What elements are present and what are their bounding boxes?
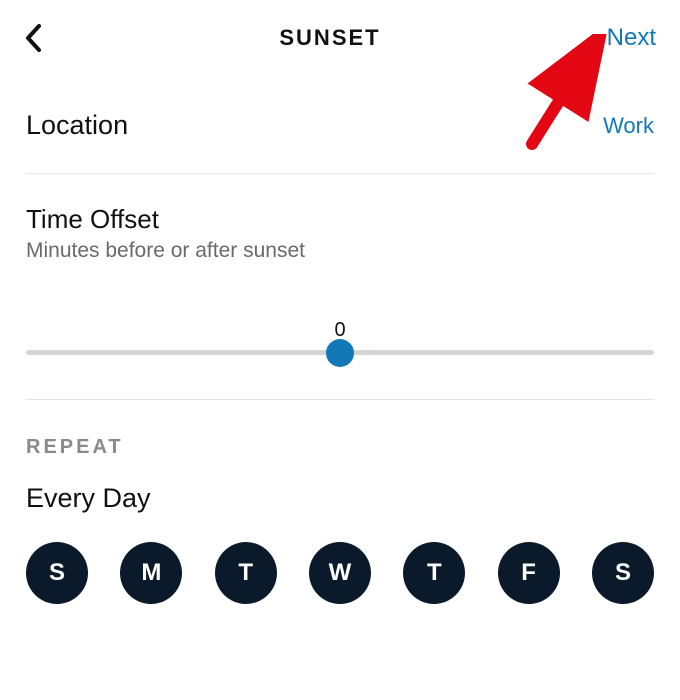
header: SUNSET Next [0, 0, 680, 72]
repeat-value: Every Day [26, 483, 654, 514]
time-offset-slider-wrap: 0 [0, 263, 680, 399]
location-label: Location [26, 110, 128, 141]
slider-thumb[interactable] [326, 339, 354, 367]
day-monday[interactable]: M [120, 542, 182, 604]
day-selector: S M T W T F S [26, 542, 654, 604]
day-sunday[interactable]: S [26, 542, 88, 604]
back-button[interactable] [24, 18, 64, 58]
next-button[interactable]: Next [596, 24, 656, 52]
chevron-left-icon [24, 23, 42, 53]
day-wednesday[interactable]: W [309, 542, 371, 604]
time-offset-title: Time Offset [26, 204, 654, 235]
day-friday[interactable]: F [498, 542, 560, 604]
page-title: SUNSET [64, 25, 596, 51]
time-offset-subtitle: Minutes before or after sunset [26, 239, 654, 263]
location-value[interactable]: Work [603, 113, 654, 139]
location-row[interactable]: Location Work [0, 72, 680, 173]
day-saturday[interactable]: S [592, 542, 654, 604]
time-offset-slider[interactable] [26, 350, 654, 355]
day-thursday[interactable]: T [403, 542, 465, 604]
day-tuesday[interactable]: T [215, 542, 277, 604]
repeat-section: REPEAT Every Day S M T W T F S [0, 400, 680, 604]
repeat-section-label: REPEAT [26, 436, 654, 459]
time-offset-section: Time Offset Minutes before or after suns… [0, 174, 680, 263]
